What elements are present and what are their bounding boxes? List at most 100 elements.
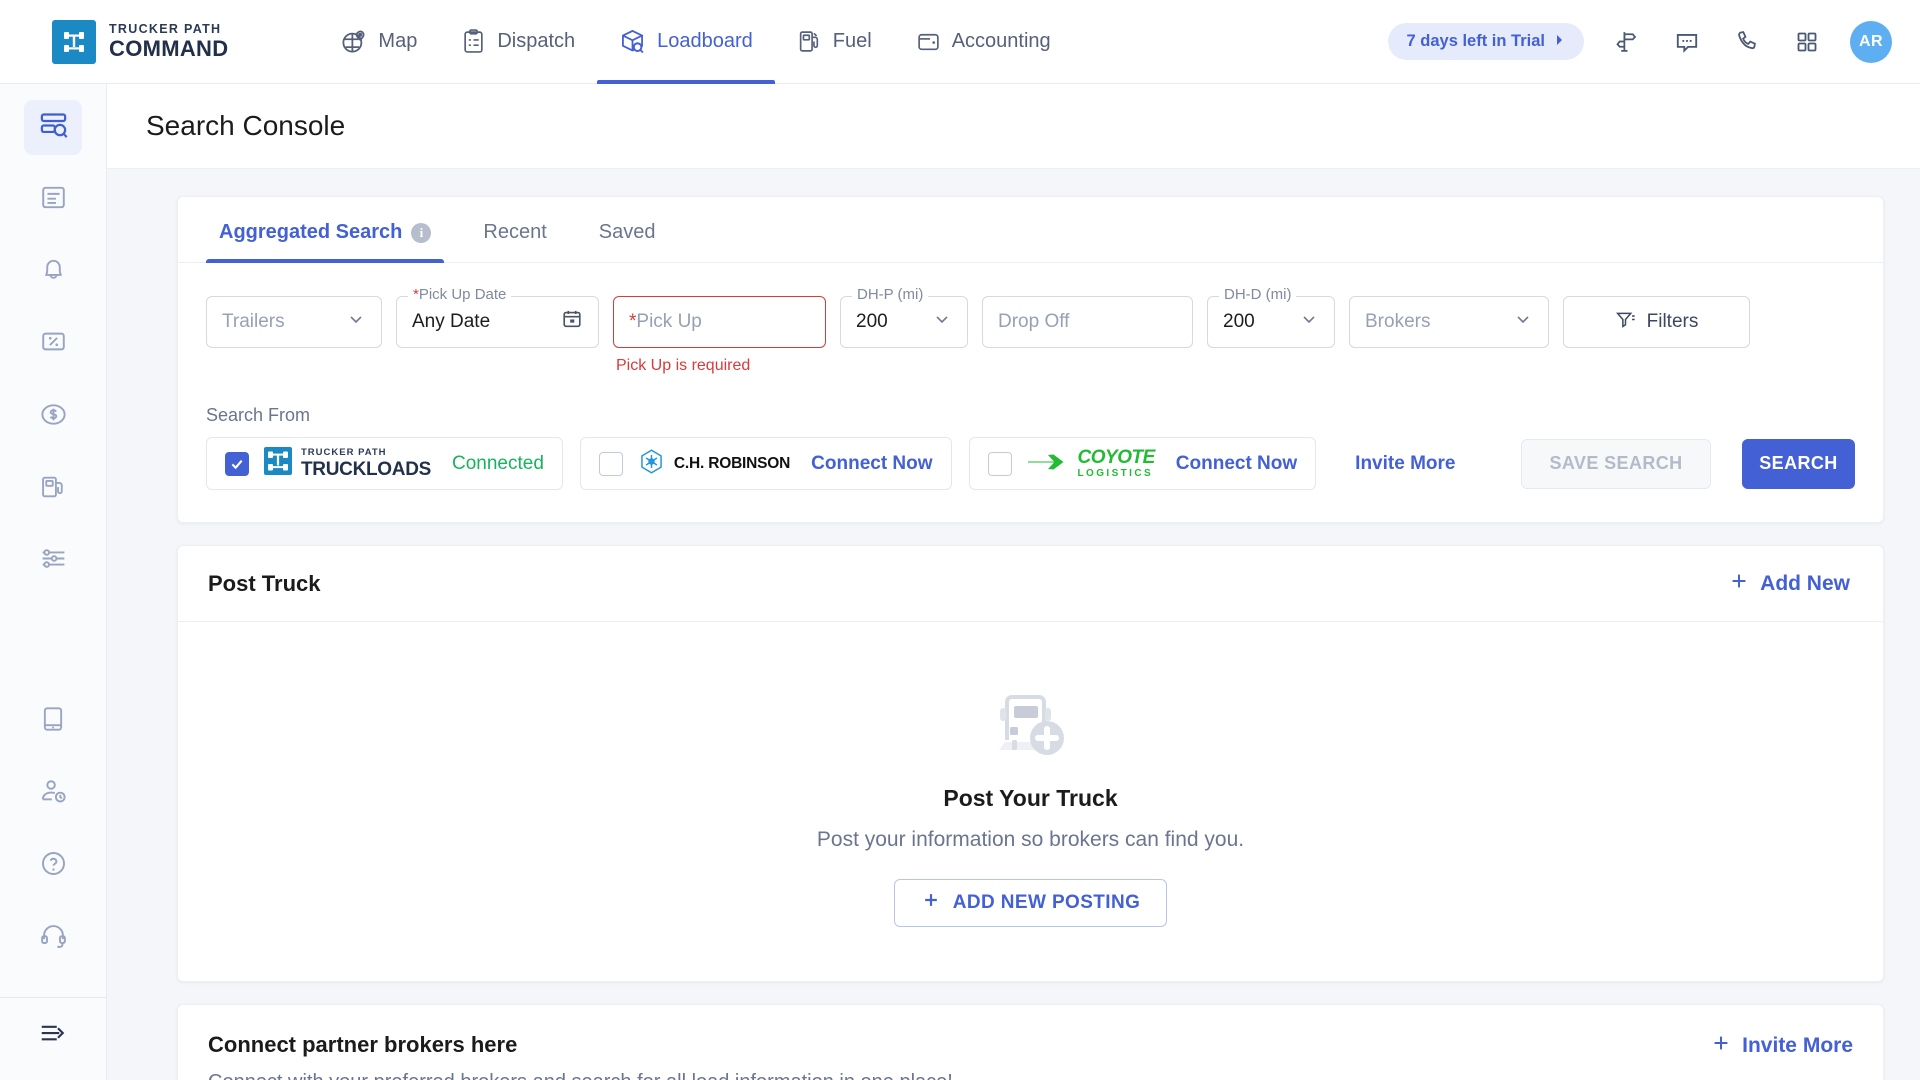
add-new-posting-button[interactable]: ADD NEW POSTING [893,879,1168,927]
chevron-down-icon [346,309,366,335]
sidebar-item-collapse[interactable] [24,1008,82,1063]
coyote-connect-link[interactable]: Connect Now [1176,453,1297,475]
tab-label-recent: Recent [483,221,547,243]
pickup-error-message: Pick Up is required [616,357,751,374]
broker-source-coyote[interactable]: COYOTE LOGISTICS Connect Now [968,437,1317,490]
coyote-logo: COYOTE LOGISTICS [1027,448,1155,479]
trial-label: 7 days left in Trial [1406,32,1545,50]
truckloads-mark-icon [264,447,292,480]
phone-icon[interactable] [1730,25,1764,59]
sliders-icon [39,544,68,578]
trucker-path-mark-icon [52,19,96,64]
sidebar-item-fuel[interactable] [24,461,82,516]
plus-icon [921,890,941,916]
sidebar-item-support[interactable] [24,911,82,966]
coyote-logo-top: COYOTE [1077,447,1156,468]
truckloads-logo: TRUCKER PATH TRUCKLOADS [264,447,431,480]
tab-aggregated-search[interactable]: Aggregated Search i [206,197,445,263]
sidebar-item-search-console[interactable] [24,100,82,156]
sidebar-item-documents[interactable] [24,172,82,227]
add-new-label: Add New [1760,571,1850,595]
brand-top-text: TRUCKER PATH [109,21,222,36]
bell-icon [39,255,68,289]
dropoff-input[interactable]: Drop Off [982,296,1193,348]
nav-item-accounting[interactable]: Accounting [894,0,1073,84]
trailers-select[interactable]: Trailers [206,296,382,348]
trial-status-pill[interactable]: 7 days left in Trial [1387,23,1584,60]
filters-button[interactable]: Filters [1563,296,1750,348]
pickup-date-field[interactable]: *Pick Up Date Any Date [396,286,599,348]
page-title: Search Console [146,110,346,141]
sidebar-item-settings-sliders[interactable] [24,534,82,589]
post-truck-empty-state: Post Your Truck Post your information so… [178,622,1883,981]
post-truck-card: Post Truck Add New Post Your Truck Post … [177,545,1884,982]
truckloads-logo-bottom: TRUCKLOADS [301,458,431,480]
sidebar-item-payments[interactable] [24,389,82,444]
coyote-logo-bottom: LOGISTICS [1077,468,1154,479]
nav-item-dispatch[interactable]: Dispatch [439,0,597,84]
grid-apps-icon[interactable] [1790,25,1824,59]
ch-robinson-connect-link[interactable]: Connect Now [811,453,932,475]
sidebar-item-mobile[interactable] [24,694,82,749]
partner-invite-more-label: Invite More [1742,1034,1853,1057]
invite-more-link[interactable]: Invite More [1355,453,1455,475]
signpost-icon[interactable] [1610,25,1644,59]
post-truck-empty-title: Post Your Truck [943,785,1118,811]
nav-item-map[interactable]: Map [318,0,439,84]
chevron-down-icon [932,309,952,335]
filters-label: Filters [1646,311,1699,332]
brand-logo[interactable]: TRUCKER PATH COMMAND [52,19,229,64]
ch-robinson-checkbox[interactable] [598,451,623,476]
partner-invite-more-button[interactable]: Invite More [1710,1032,1853,1060]
list-search-icon [38,110,69,146]
avatar[interactable]: AR [1850,20,1892,63]
clipboard-list-icon [461,29,486,54]
coyote-checkbox[interactable] [987,451,1012,476]
add-new-button[interactable]: Add New [1728,570,1850,598]
sidebar-item-alerts[interactable] [24,245,82,300]
search-from-row: TRUCKER PATH TRUCKLOADS Connected C.H. R… [178,437,1883,522]
brand-bottom-text: COMMAND [109,36,229,62]
plus-icon [1710,1032,1732,1060]
search-tabs: Aggregated Search i Recent Saved [178,197,1883,263]
tab-saved[interactable]: Saved [586,197,669,262]
brokers-select[interactable]: Brokers [1349,296,1549,348]
broker-source-truckloads[interactable]: TRUCKER PATH TRUCKLOADS Connected [206,437,563,490]
broker-source-ch-robinson[interactable]: C.H. ROBINSON Connect Now [579,437,952,490]
ch-robinson-logo-text: C.H. ROBINSON [673,454,791,472]
search-button[interactable]: SEARCH [1742,438,1855,489]
sidebar-item-help[interactable] [24,838,82,893]
chat-bubble-icon[interactable] [1670,25,1704,59]
search-card: Aggregated Search i Recent Saved Trailer… [177,196,1884,523]
sidebar-item-rates[interactable] [24,317,82,372]
dhp-select[interactable]: DH-P (mi) 200 [840,286,968,348]
nav-item-fuel[interactable]: Fuel [775,0,894,84]
save-search-button[interactable]: SAVE SEARCH [1521,438,1711,489]
dhp-value: 200 [856,311,888,332]
search-from-label: Search From [206,405,311,425]
truckloads-status: Connected [452,452,544,474]
tab-label-saved: Saved [598,221,656,243]
sidebar-item-driver[interactable] [24,766,82,821]
partner-brokers-body: Connect partner brokers here Connect wit… [178,1005,1883,1080]
tab-recent[interactable]: Recent [470,197,559,262]
search-form: Trailers *Pick Up Date Any Date * Pick U… [178,263,1883,375]
plus-icon [1728,570,1750,598]
dhd-select[interactable]: DH-D (mi) 200 [1207,286,1335,348]
truck-add-illustration-icon [985,682,1077,767]
fuel-pump-icon [39,473,67,506]
header-actions: 7 days left in Trial AR [1387,20,1892,63]
add-new-posting-label: ADD NEW POSTING [952,892,1141,913]
fuel-pump-icon [797,29,822,54]
info-icon[interactable]: i [411,222,432,243]
chevron-down-icon [1513,309,1533,335]
wallet-icon [916,29,941,54]
globe-pin-icon [340,28,367,55]
truckloads-checkbox[interactable] [225,451,249,476]
tab-label-aggregated-search: Aggregated Search [219,221,403,243]
nav-item-loadboard[interactable]: Loadboard [597,0,775,84]
pickup-input[interactable]: * Pick Up [613,296,826,348]
partner-brokers-subtitle: Connect with your preferred brokers and … [208,1071,953,1080]
question-circle-icon [39,849,68,883]
calendar-icon[interactable] [561,308,583,336]
